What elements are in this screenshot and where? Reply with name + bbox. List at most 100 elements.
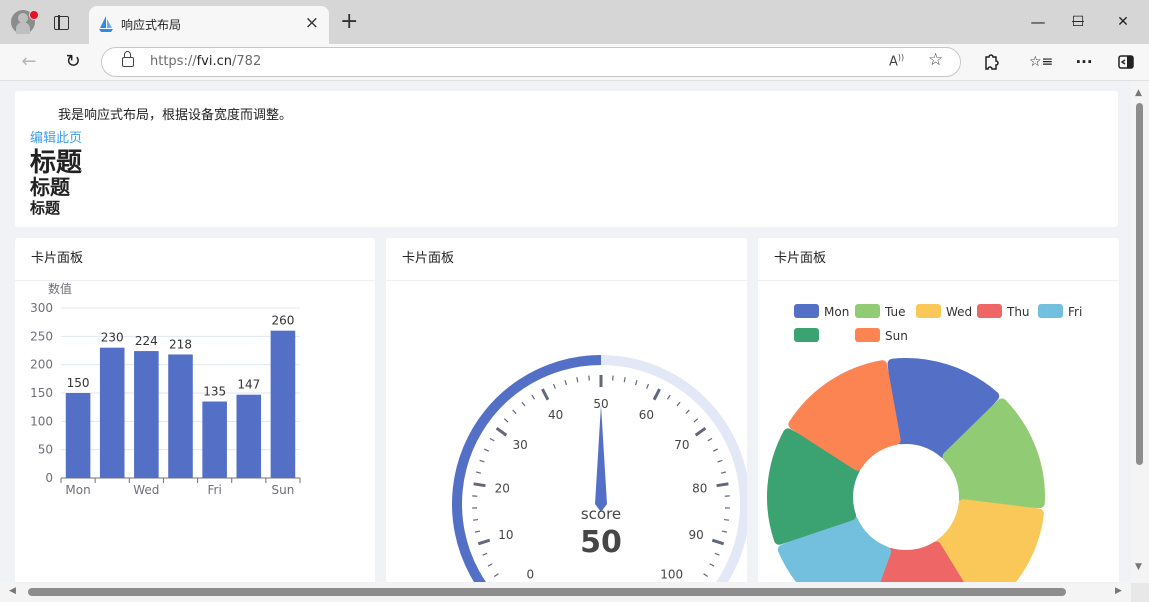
minor-tick [564,379,567,386]
minor-tick [693,418,699,423]
card-pie-chart: 卡片面板 Mon Tue Wed Thu Fri Sun [758,238,1119,582]
gauge-chart[interactable]: 0102030405060708090100score50 [386,281,747,582]
legend-swatch [794,304,819,318]
bar [99,347,125,478]
notification-dot [29,10,39,20]
gauge-tick-label: 80 [692,481,707,495]
minor-tick [487,563,493,567]
scrollbar-corner [1131,583,1149,602]
major-tick [652,388,661,401]
refresh-button[interactable]: ↻ [60,49,86,75]
minor-tick [623,377,626,383]
legend-label: Sun [885,329,908,343]
gauge-tick-label: 20 [495,481,510,495]
minor-tick [709,563,715,567]
major-tick [495,426,508,437]
scroll-left-arrow[interactable]: ◀ [9,586,16,596]
back-button[interactable]: ← [16,49,42,75]
minor-tick [521,401,526,407]
bar [236,394,262,478]
gauge-tick-label: 0 [526,568,534,582]
minor-tick [712,448,718,452]
minor-tick [576,377,579,383]
page-viewport: 我是响应式布局，根据设备宽度而调整。 编辑此页 标题 标题 标题 卡片面板 数值… [0,81,1131,582]
minor-tick [482,552,488,556]
bar [134,351,159,478]
minimize-button-glyph[interactable]: — [1018,8,1058,36]
heading-3: 标题 [30,199,61,217]
horizontal-scroll-thumb[interactable] [28,588,1066,596]
bar [202,401,227,478]
gauge-tick-label: 60 [639,408,654,422]
y-axis-label: 数值 [48,281,72,296]
gauge-tick-label: 10 [498,528,513,542]
minor-tick [714,552,720,556]
minor-tick [685,409,690,415]
y-tick-label: 100 [30,414,53,428]
legend-swatch [977,304,1002,318]
x-tick-label: Mon [65,483,90,497]
minor-tick [475,471,482,474]
y-tick-label: 150 [30,386,53,400]
scroll-right-arrow[interactable]: ▶ [1115,586,1122,596]
x-tick-label: Sun [272,483,295,497]
minor-tick [676,401,681,407]
url-field[interactable]: https://fvi.cn/782 A)) ☆ [101,47,961,77]
y-tick-label: 200 [30,358,53,372]
minor-tick [552,383,556,389]
lock-icon[interactable] [122,51,134,67]
minor-tick [717,459,723,463]
puzzle-icon[interactable] [980,51,1002,73]
horizontal-scrollbar[interactable]: ◀ ▶ [0,583,1131,602]
close-tab-icon[interactable]: × [305,13,319,33]
favorite-star-icon[interactable]: ☆ [928,50,943,70]
new-tab-button[interactable]: + [340,9,358,35]
gauge-tick-label: 70 [674,438,689,452]
x-tick-label: Fri [207,483,221,497]
minor-tick [703,573,709,578]
favorites-icon[interactable]: ☆≡ [1029,51,1053,73]
sidebar-icon[interactable] [1115,51,1137,73]
bar-chart[interactable]: 数值 0 50 100 150 200 250 300 150 Mon 230 224 Wed 218 13… [15,281,375,582]
x-tick-label: Wed [133,483,159,497]
minor-tick [503,418,509,423]
card-title: 卡片面板 [386,238,747,281]
legend-swatch [855,328,880,342]
vertical-scrollbar[interactable]: ▲ ▼ [1131,81,1149,583]
y-tick-label: 50 [38,443,53,457]
legend-swatch [855,304,880,318]
bar [270,330,296,478]
address-toolbar: ← ↻ https://fvi.cn/782 A)) ☆ ☆≡ ··· [0,44,1149,81]
read-aloud-icon[interactable]: A)) [889,53,904,69]
minor-tick [493,573,499,578]
gauge-tick-label: 90 [688,528,703,542]
y-tick-label: 300 [30,301,53,315]
major-tick [477,538,491,546]
close-window-button[interactable]: ✕ [1103,8,1143,36]
card-title: 卡片面板 [15,238,375,281]
url-text[interactable]: https://fvi.cn/782 [150,54,261,69]
vertical-scroll-thumb[interactable] [1136,103,1143,465]
minor-tick [635,379,638,386]
scroll-up-arrow[interactable]: ▲ [1135,88,1142,98]
data-label: 224 [135,334,158,348]
major-tick [716,482,729,488]
maximize-button[interactable]: ☐ [1058,8,1098,36]
legend-label: Tue [884,305,906,319]
pie-chart[interactable]: Mon Tue Wed Thu Fri Sun [758,281,1119,582]
scroll-down-arrow[interactable]: ▼ [1135,562,1142,572]
tab-actions-icon[interactable] [54,15,69,30]
major-tick [711,538,725,546]
active-tab[interactable]: 响应式布局 × [89,6,329,44]
minor-tick [472,518,479,521]
card-bar-chart: 卡片面板 数值 0 50 100 150 200 250 300 150 Mon 230 224 Wed… [15,238,375,582]
gauge-tick-label: 30 [512,438,527,452]
bar [65,393,91,478]
tab-title: 响应式布局 [121,18,182,32]
more-menu-icon[interactable]: ··· [1073,51,1095,73]
major-tick [694,426,707,437]
legend-label: Mon [824,305,849,319]
heading-2: 标题 [30,175,70,199]
data-label: 147 [237,378,260,392]
minor-tick [489,437,495,442]
